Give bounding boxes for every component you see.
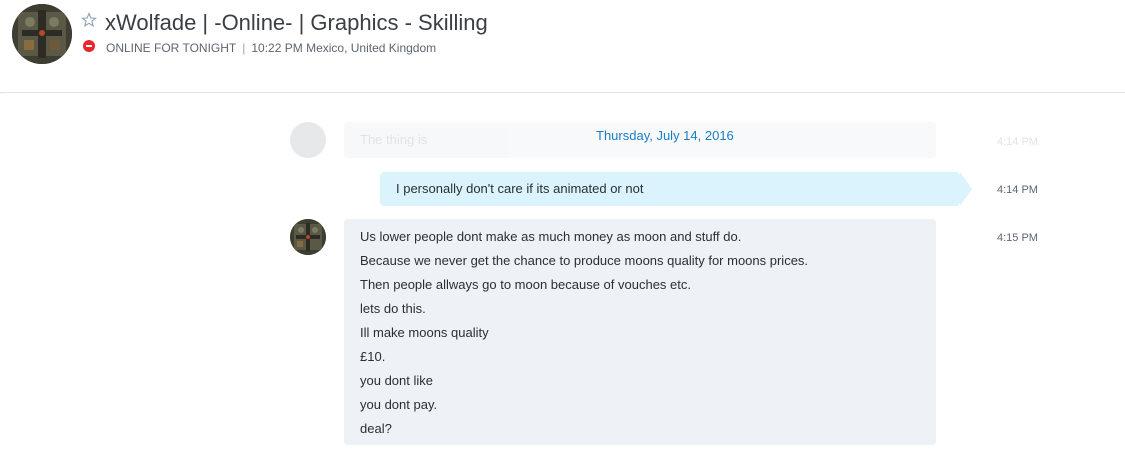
incoming-message-line: you dont pay. <box>360 397 438 412</box>
chat-header: xWolfade | -Online- | Graphics - Skillin… <box>0 0 1125 93</box>
incoming-message-line: you dont like <box>360 373 433 388</box>
sender-avatar-image-icon <box>290 219 326 255</box>
faded-message-text: The thing is <box>360 132 428 147</box>
contact-avatar[interactable] <box>12 4 72 64</box>
incoming-message-line: deal? <box>360 421 392 436</box>
do-not-disturb-status-icon <box>83 40 95 52</box>
faded-message-time: 4:14 PM <box>997 136 1038 148</box>
mood-message: ONLINE FOR TONIGHT <box>106 41 237 55</box>
separator: | <box>242 41 246 55</box>
avatar-image-icon <box>12 4 72 64</box>
incoming-message-line: £10. <box>360 349 386 364</box>
outgoing-message-text: I personally don't care if its animated … <box>396 181 644 196</box>
contact-name[interactable]: xWolfade | -Online- | Graphics - Skillin… <box>105 10 488 36</box>
date-separator: Thursday, July 14, 2016 <box>596 128 734 143</box>
favorite-star-icon[interactable] <box>81 12 97 28</box>
incoming-message-bubble[interactable]: Us lower people dont make as much money … <box>344 219 936 445</box>
sender-avatar[interactable] <box>290 219 326 255</box>
outgoing-message-time: 4:14 PM <box>997 184 1038 196</box>
contact-status-line: ONLINE FOR TONIGHT | 10:22 PM Mexico, Unit… <box>106 41 436 55</box>
local-time: 10:22 PM Mexico, United Kingdom <box>251 41 437 55</box>
incoming-message-line: Because we never get the chance to produ… <box>360 253 809 268</box>
incoming-message-line: Then people allways go to moon because o… <box>360 277 691 292</box>
conversation-area[interactable]: The thing is 4:14 PM Thursday, July 14, … <box>0 94 1125 450</box>
incoming-message-line: lets do this. <box>360 301 426 316</box>
incoming-message-line: Us lower people dont make as much money … <box>360 229 742 244</box>
outgoing-message-bubble[interactable]: I personally don't care if its animated … <box>380 172 972 206</box>
incoming-message-time: 4:15 PM <box>997 232 1038 244</box>
incoming-message-line: Ill make moons quality <box>360 325 489 340</box>
faded-avatar <box>290 122 326 158</box>
